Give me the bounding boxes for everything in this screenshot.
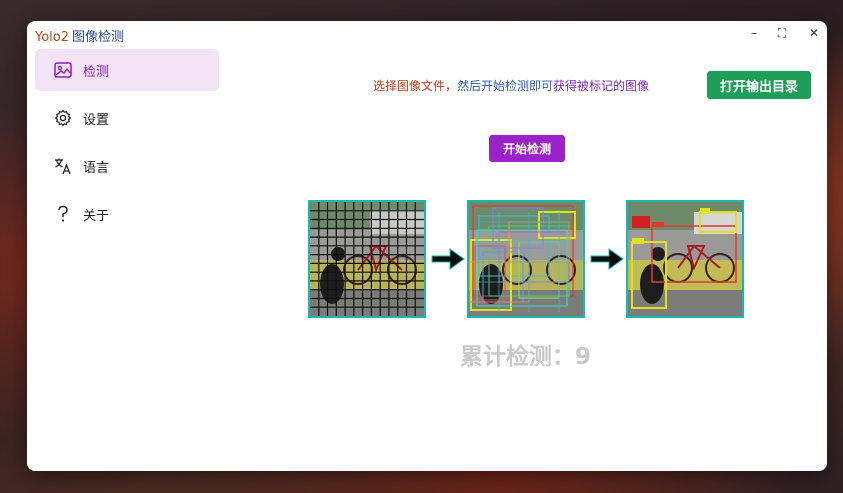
counter-label: 累计检测： bbox=[460, 344, 575, 370]
title-bar[interactable]: Yolo2 图像检测 – ⛶ ✕ bbox=[27, 21, 827, 47]
instruction-hint: 选择图像文件，然后开始检测即可获得被标记的图像 bbox=[373, 77, 649, 94]
app-window: Yolo2 图像检测 – ⛶ ✕ 检测 设置 语言 关于 选择图像文件，然后开始… bbox=[27, 21, 827, 471]
sidebar-item-label: 检测 bbox=[83, 64, 110, 80]
sidebar-item-language[interactable]: 语言 bbox=[35, 145, 219, 187]
window-title-suffix: 图像检测 bbox=[72, 30, 125, 45]
candidate-boxes-preview bbox=[467, 200, 585, 318]
arrow-right-icon bbox=[590, 248, 624, 270]
question-icon bbox=[53, 204, 73, 224]
sidebar-item-about[interactable]: 关于 bbox=[35, 193, 219, 235]
start-detection-button[interactable]: 开始检测 bbox=[489, 135, 565, 162]
arrow-right-icon bbox=[431, 248, 465, 270]
window-title: Yolo2 图像检测 bbox=[35, 26, 124, 45]
detection-counter: 累计检测：9 bbox=[460, 337, 591, 371]
translate-icon bbox=[53, 156, 73, 176]
sidebar-item-label: 语言 bbox=[83, 160, 110, 176]
window-title-prefix: Yolo2 bbox=[35, 30, 70, 45]
detection-result-preview bbox=[626, 200, 744, 318]
counter-value: 9 bbox=[575, 344, 592, 370]
minimize-button[interactable]: – bbox=[739, 23, 769, 45]
sidebar: 检测 设置 语言 关于 bbox=[35, 49, 219, 241]
hint-part-2: 然后开始检测即可 bbox=[457, 79, 554, 93]
close-button[interactable]: ✕ bbox=[799, 23, 827, 45]
open-output-dir-button[interactable]: 打开输出目录 bbox=[707, 71, 811, 99]
sidebar-item-label: 设置 bbox=[83, 112, 110, 128]
maximize-button[interactable]: ⛶ bbox=[767, 23, 797, 45]
hint-part-1: 选择图像文件， bbox=[373, 79, 458, 93]
sidebar-item-settings[interactable]: 设置 bbox=[35, 97, 219, 139]
image-icon bbox=[53, 60, 73, 80]
sidebar-item-label: 关于 bbox=[83, 208, 110, 224]
sidebar-item-detect[interactable]: 检测 bbox=[35, 49, 219, 91]
grid-image-preview bbox=[308, 200, 426, 318]
gear-icon bbox=[53, 108, 73, 128]
hint-part-3: 获得被标记的图像 bbox=[553, 79, 650, 93]
